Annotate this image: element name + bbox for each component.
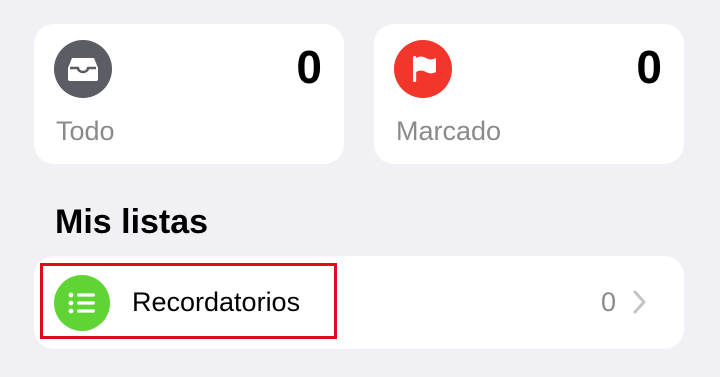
list-item-label: Recordatorios xyxy=(132,287,301,317)
my-lists-card: Recordatorios 0 xyxy=(34,256,684,349)
tray-icon xyxy=(54,40,112,98)
list-bullet-icon xyxy=(54,275,110,331)
list-item-recordatorios[interactable]: Recordatorios 0 xyxy=(34,256,684,349)
smart-list-marcado[interactable]: 0 Marcado xyxy=(374,24,684,164)
my-lists-heading: Mis listas xyxy=(55,203,209,241)
chevron-right-icon xyxy=(633,290,646,314)
list-item-count: 0 xyxy=(600,287,616,317)
marcado-label: Marcado xyxy=(396,116,502,146)
marcado-count: 0 xyxy=(636,41,662,93)
todo-label: Todo xyxy=(56,116,115,146)
flag-icon xyxy=(394,40,452,98)
smart-list-todo[interactable]: 0 Todo xyxy=(34,24,344,164)
todo-count: 0 xyxy=(296,41,322,93)
